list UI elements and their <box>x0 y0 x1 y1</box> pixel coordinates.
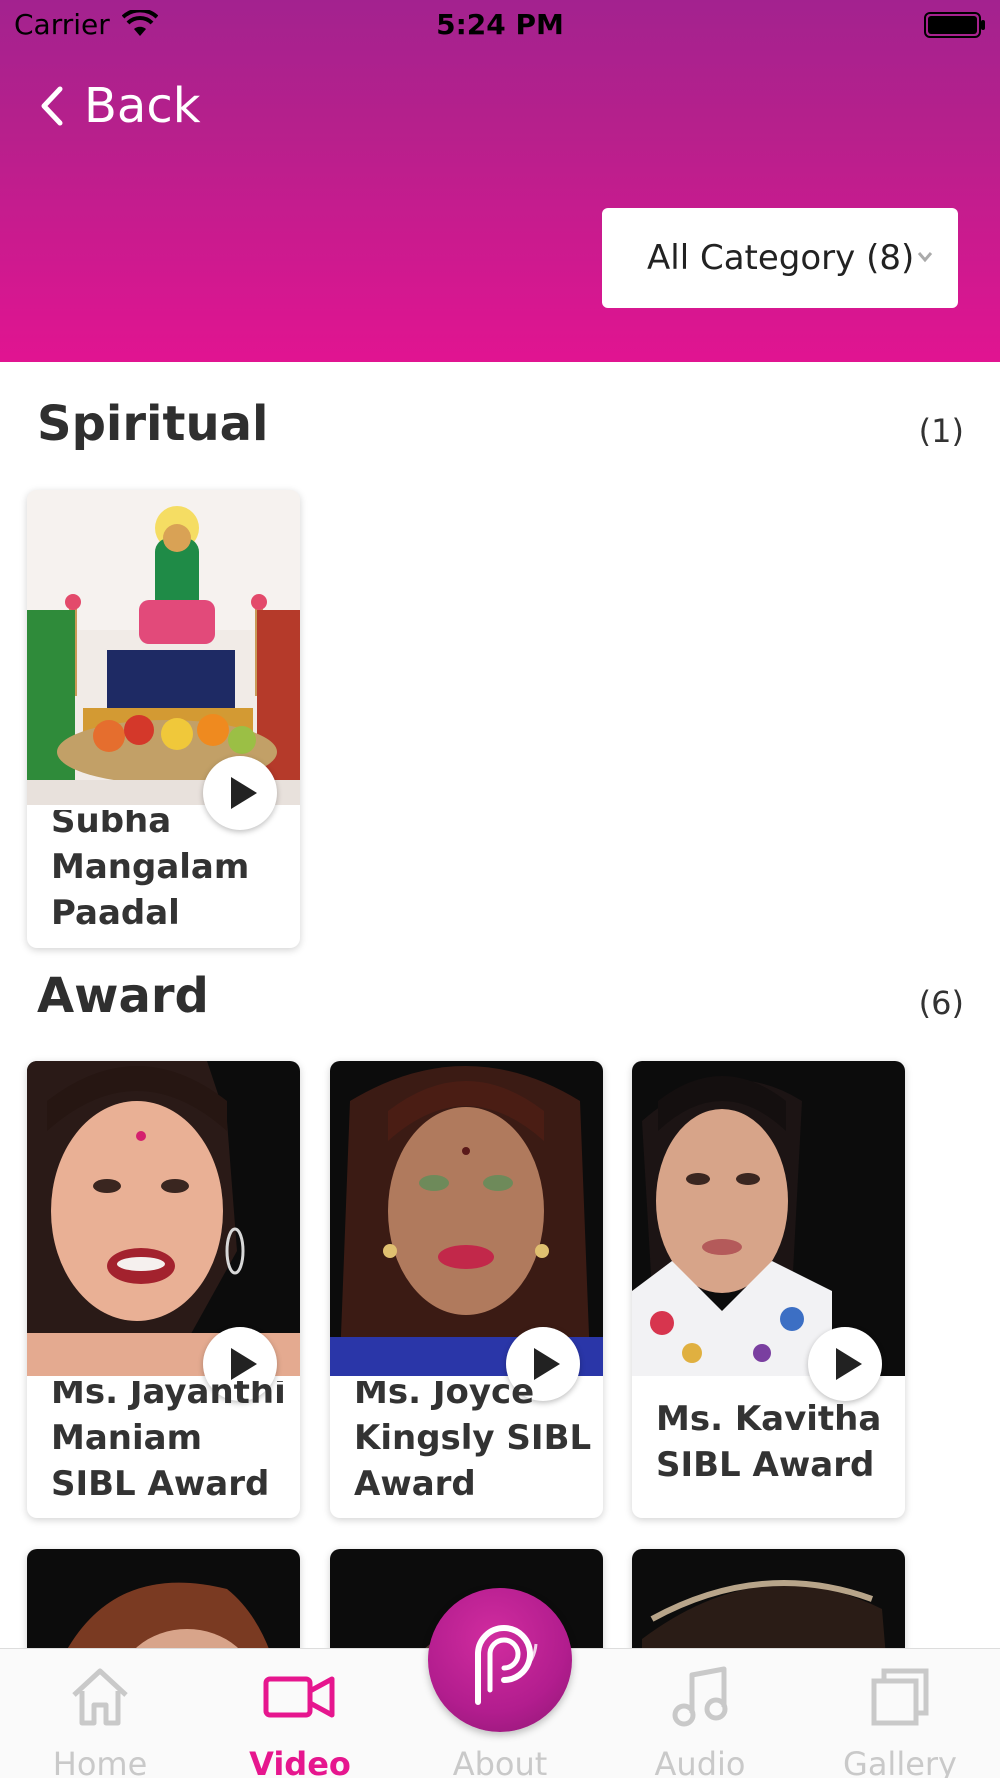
about-logo-button[interactable] <box>428 1588 572 1732</box>
chevron-down-icon <box>917 252 933 263</box>
video-thumbnail <box>330 1061 603 1376</box>
video-title: Ms. Kavitha SIBL Award <box>656 1399 882 1485</box>
play-button[interactable] <box>808 1327 882 1401</box>
battery-icon <box>924 12 985 38</box>
tab-audio[interactable]: Audio <box>600 1649 800 1778</box>
section-count-award: (6) <box>918 984 964 1022</box>
section-title-spiritual: Spiritual <box>37 396 269 452</box>
header: Carrier 5:24 PM Back All Category (8) <box>0 0 1000 362</box>
video-card[interactable]: Subha Mangalam Paadal <box>27 490 300 948</box>
tab-gallery[interactable]: Gallery <box>800 1649 1000 1778</box>
video-title-wrap: Subha Mangalam Paadal <box>51 810 290 928</box>
gallery-icon <box>871 1668 929 1726</box>
logo-icon <box>475 1625 538 1705</box>
video-thumbnail <box>632 1061 905 1376</box>
clock: 5:24 PM <box>436 8 564 41</box>
tab-home-label: Home <box>52 1745 148 1778</box>
video-title: Subha Mangalam Paadal <box>51 810 250 928</box>
tab-video-label: Video <box>249 1745 351 1778</box>
tab-video[interactable]: Video <box>200 1649 400 1778</box>
video-title-wrap: Ms. Joyce Kingsly SIBL Award <box>354 1381 593 1499</box>
play-icon <box>231 1348 257 1380</box>
home-icon <box>72 1668 128 1726</box>
chevron-left-icon <box>41 86 63 126</box>
video-title-wrap: Ms. Jayanthi Maniam SIBL Award <box>51 1381 290 1499</box>
video-card[interactable]: Ms. Kavitha SIBL Award <box>632 1061 905 1518</box>
section-title-award: Award <box>37 968 209 1024</box>
section-count-spiritual: (1) <box>918 412 964 450</box>
play-icon <box>534 1348 560 1380</box>
video-title-wrap: Ms. Kavitha SIBL Award <box>656 1396 895 1514</box>
video-card[interactable]: Ms. Joyce Kingsly SIBL Award <box>330 1061 603 1518</box>
tab-home[interactable]: Home <box>0 1649 200 1778</box>
back-button[interactable]: Back <box>36 76 201 136</box>
video-thumbnail <box>27 490 300 805</box>
video-card[interactable]: Ms. Jayanthi Maniam SIBL Award <box>27 1061 300 1518</box>
tab-about-label: About <box>452 1745 548 1778</box>
video-title: Ms. Joyce Kingsly SIBL Award <box>354 1381 592 1499</box>
video-thumbnail <box>27 1061 300 1376</box>
status-bar: Carrier 5:24 PM <box>0 0 1000 50</box>
play-icon <box>836 1348 862 1380</box>
video-title: Ms. Jayanthi Maniam SIBL Award <box>51 1381 286 1499</box>
tab-gallery-label: Gallery <box>843 1745 957 1778</box>
back-label: Back <box>84 78 201 134</box>
video-camera-icon <box>263 1676 335 1718</box>
tab-audio-label: Audio <box>654 1745 746 1778</box>
category-dropdown-value: All Category (8) <box>647 238 915 278</box>
category-dropdown[interactable]: All Category (8) <box>602 208 958 308</box>
play-icon <box>231 777 257 809</box>
music-note-icon <box>672 1666 728 1727</box>
